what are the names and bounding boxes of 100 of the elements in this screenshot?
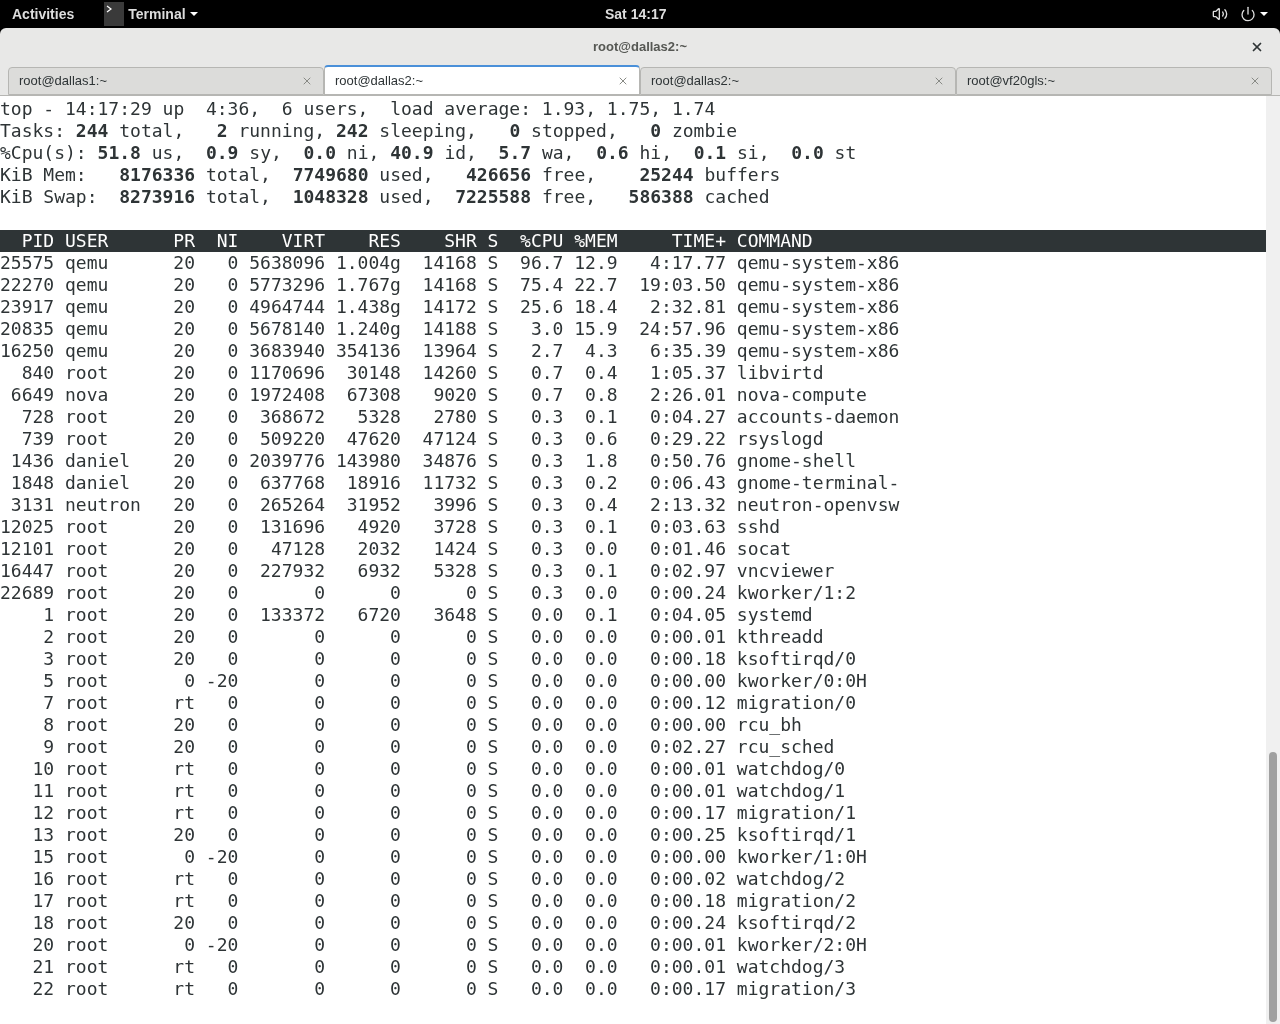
table-cell: 23917 (0, 296, 55, 318)
table-cell-text: daniel (64, 472, 132, 494)
table-cell-text: 0 (226, 868, 239, 890)
app-menu[interactable]: Terminal (104, 2, 198, 26)
table-cell-text: root (64, 846, 110, 868)
table-cell-text: 0 (313, 978, 326, 1000)
table-cell-text: 0 (226, 780, 239, 802)
table-cell-text: root (64, 538, 110, 560)
column-header: %MEM (573, 230, 618, 252)
table-cell-text: -20 (204, 934, 239, 956)
table-cell-text: 18 (31, 912, 55, 934)
table-cell-text: S (486, 252, 499, 274)
table-cell-text: 0:02.27 (649, 736, 726, 758)
table-cell-text: 34876 (421, 450, 477, 472)
tab[interactable]: root@dallas1:~ (8, 67, 324, 95)
table-cell-text: 4:17.77 (649, 252, 726, 274)
table-cell-text: 7 (42, 692, 55, 714)
activities-button[interactable]: Activities (12, 3, 75, 25)
table-cell-text: S (486, 868, 499, 890)
table-cell-text: 2 (42, 626, 55, 648)
volume-icon[interactable] (1212, 6, 1228, 22)
table-cell-text: 20 (172, 912, 196, 934)
close-icon[interactable] (1250, 40, 1264, 54)
summary-line: Tasks: 244 total, 2 running, 242 sleeping, 0 stopped, 0 zombie (0, 120, 738, 142)
column-header: NI (215, 230, 239, 252)
table-cell-text: 0.4 (584, 494, 618, 516)
table-cell-text: 728 (20, 406, 55, 428)
table-cell-text: 0:00.18 (649, 648, 726, 670)
table-cell-text: S (486, 406, 499, 428)
table-cell-text: root (64, 406, 110, 428)
table-cell-text: 0.0 (529, 846, 564, 868)
table-cell-text: 0.0 (584, 780, 618, 802)
table-cell-text: 20 (172, 406, 196, 428)
table-cell-text: 18916 (345, 472, 401, 494)
table-cell-text: 17 (31, 890, 55, 912)
table-cell-text: 0.3 (529, 560, 564, 582)
table-cell-text: socat (735, 538, 791, 560)
table-cell-text: S (486, 538, 499, 560)
table-cell-text: 0 (313, 868, 326, 890)
table-cell-text: qemu (64, 340, 110, 362)
table-cell-text: S (486, 736, 499, 758)
table-cell-text: root (64, 626, 110, 648)
table-cell-text: 15.9 (573, 318, 618, 340)
table-cell-text: 20 (172, 428, 196, 450)
table-cell-text: 354136 (334, 340, 401, 362)
table-cell-text: 0 (313, 890, 326, 912)
power-icon[interactable] (1240, 6, 1256, 22)
table-cell-text: 1.240g (334, 318, 401, 340)
table-cell-text: 0 (226, 956, 239, 978)
table-cell-text: nova-compute (735, 384, 867, 406)
table-cell-text: 0.0 (584, 582, 618, 604)
table-cell-text: watchdog/1 (735, 780, 846, 802)
table-cell-text: qemu-system-x86 (735, 318, 900, 340)
table-cell-text: S (486, 692, 499, 714)
table-cell-text: 0.0 (529, 714, 564, 736)
table-cell-text: 0 (226, 714, 239, 736)
table-cell-text: 0.3 (529, 450, 564, 472)
table-cell-text: 20 (172, 318, 196, 340)
table-cell-text: 0.0 (584, 714, 618, 736)
table-cell-text: 0:00.25 (649, 824, 726, 846)
table-cell-text: 11 (31, 780, 55, 802)
table-cell-text: S (486, 978, 499, 1000)
table-cell-text: 0.2 (584, 472, 618, 494)
table-cell-text: 1.004g (334, 252, 401, 274)
table-cell-text: S (486, 626, 499, 648)
table-cell-text: root (64, 978, 110, 1000)
table-cell-text: qemu (64, 318, 110, 340)
table-cell-text: 0.0 (529, 824, 564, 846)
column-header: SHR (443, 230, 477, 252)
table-cell-text: S (486, 670, 499, 692)
table-cell-text: 8 (42, 714, 55, 736)
table-cell-text: root (64, 890, 110, 912)
scrollbar-thumb[interactable] (1269, 752, 1277, 1022)
summary-line: KiB Mem: 8176336 total, 7749680 used, 426656 free, 25244 buffers (0, 164, 782, 186)
table-cell-text: 0:02.97 (649, 560, 726, 582)
table-cell-text: 47620 (345, 428, 401, 450)
tab[interactable]: root@vf20gls:~ (956, 67, 1272, 95)
table-cell-text: 0 (464, 868, 477, 890)
table-cell-text: rt (172, 780, 196, 802)
table-cell-text: 3996 (432, 494, 477, 516)
table-cell-text: rt (172, 978, 196, 1000)
table-cell-text: 0 (389, 846, 401, 868)
table-cell-text: 0.0 (529, 956, 564, 978)
tab[interactable]: root@dallas2:~ (324, 65, 640, 95)
scrollbar[interactable] (1266, 96, 1280, 1024)
table-cell-text: 0 (226, 450, 239, 472)
clock[interactable]: Sat 14:17 (605, 3, 667, 25)
table-cell-text: 20 (172, 604, 196, 626)
table-cell-text: 0.0 (584, 912, 618, 934)
tab[interactable]: root@dallas2:~ (640, 67, 956, 95)
table-cell-text: root (64, 956, 110, 978)
table-cell-text: -20 (204, 670, 239, 692)
table-cell-text: 0 (226, 318, 239, 340)
table-cell-text: vncviewer (735, 560, 835, 582)
table-cell-text: migration/2 (735, 890, 856, 912)
table-cell-text: 20 (172, 252, 196, 274)
table-cell-text: 0.0 (529, 912, 564, 934)
table-cell-text: 1170696 (248, 362, 326, 384)
table-cell-text: 0.0 (584, 978, 618, 1000)
table-cell-text: kworker/0:0H (735, 670, 867, 692)
